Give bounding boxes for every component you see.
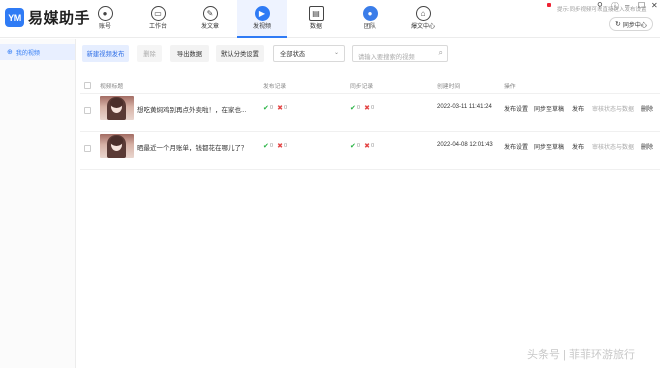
search-icon[interactable]: ⌕ <box>439 48 443 58</box>
cross-icon: ✖ <box>277 143 283 150</box>
nav-item-account[interactable]: ● 账号 <box>80 0 130 38</box>
check-icon: ✔ <box>350 105 356 112</box>
nav-label: 发文章 <box>200 24 219 30</box>
cross-icon: ✖ <box>364 105 370 112</box>
sync-record: ✔ 0 ✖ 0 <box>350 105 375 112</box>
nav-item-workbench[interactable]: ▭ 工作台 <box>133 0 183 38</box>
video-title[interactable]: 想吃黄焖鸡别再点外卖啦！，在家也... <box>137 104 246 114</box>
chevron-down-icon: ⌄ <box>333 50 339 56</box>
status-select[interactable]: 全部状态 ⌄ <box>273 45 345 62</box>
plus-circle-icon: ⊕ <box>7 49 13 56</box>
header-ops: 操作 <box>504 84 516 90</box>
nav-label: 团队 <box>363 24 376 30</box>
header-sync: 同步记录 <box>350 84 374 90</box>
home-icon: ⌂ <box>415 6 431 21</box>
check-icon: ✔ <box>263 105 269 112</box>
cross-icon: ✖ <box>277 105 283 112</box>
default-category-button[interactable]: 默认分类设置 <box>216 45 264 62</box>
row-checkbox[interactable] <box>84 145 91 152</box>
created-time: 2022-03-11 11:41:24 <box>437 104 492 110</box>
app-logo: YM 易媒助手 <box>5 7 90 28</box>
sidebar-item-label: 我的视频 <box>15 50 40 57</box>
nav-item-article[interactable]: ✎ 发文章 <box>185 0 235 38</box>
nav-label: 账号 <box>98 24 111 30</box>
sync-center-label: 同步中心 <box>622 22 647 29</box>
table-header: 视频标题 发布记录 同步记录 创建时间 操作 <box>80 76 660 94</box>
delete-link[interactable]: 删除 <box>641 142 653 151</box>
check-icon: ✔ <box>350 143 356 150</box>
check-icon: ✔ <box>263 143 269 150</box>
toolbar: 新建视频发布 删除 导出数据 默认分类设置 全部状态 ⌄ ⌕ <box>80 45 660 65</box>
video-title[interactable]: 晒最近一个月账单，钱都花在哪儿了？ <box>137 142 248 152</box>
nav-label: 工作台 <box>148 24 167 30</box>
nav-item-data[interactable]: ▤ 数据 <box>291 0 341 38</box>
select-all-checkbox[interactable] <box>84 82 91 89</box>
sidebar-item-my-videos[interactable]: ⊕ 我的视频 <box>0 44 75 60</box>
publish-record: ✔ 0 ✖ 0 <box>263 143 288 150</box>
row-checkbox[interactable] <box>84 107 91 114</box>
created-time: 2022-04-08 12:01:43 <box>437 142 493 148</box>
video-thumbnail[interactable] <box>100 96 134 120</box>
publish-link[interactable]: 发布 <box>572 142 584 151</box>
delete-button[interactable]: 删除 <box>137 45 162 62</box>
status-select-value: 全部状态 <box>280 51 306 58</box>
nav-item-team[interactable]: ● 团队 <box>345 0 395 38</box>
close-icon[interactable]: ✕ <box>651 1 658 10</box>
publish-settings-link[interactable]: 发布设置 <box>504 104 528 113</box>
sync-center-button[interactable]: ↻ 同步中心 <box>609 17 653 31</box>
nav-label: 发视频 <box>252 24 271 30</box>
sidebar: ⊕ 我的视频 <box>0 39 76 368</box>
new-video-button[interactable]: 新建视频发布 <box>82 45 129 62</box>
search-box: ⌕ <box>352 45 448 65</box>
pen-icon: ✎ <box>202 6 218 21</box>
watermark-text: 头条号 | 菲菲环游旅行 <box>527 349 635 361</box>
user-icon: ● <box>97 6 113 21</box>
play-icon: ▶ <box>254 6 270 21</box>
notification-dot-icon <box>547 3 551 7</box>
delete-link[interactable]: 删除 <box>641 104 653 113</box>
video-thumbnail[interactable] <box>100 134 134 158</box>
publish-link[interactable]: 发布 <box>572 104 584 113</box>
toolbar-hint: 提示:同步视频可以直接进入发布设置 <box>557 7 647 13</box>
header-publish: 发布记录 <box>263 84 287 90</box>
sync-record: ✔ 0 ✖ 0 <box>350 143 375 150</box>
sync-draft-link[interactable]: 同步至草稿 <box>534 104 564 113</box>
nav-label: 数据 <box>309 24 322 30</box>
publish-settings-link[interactable]: 发布设置 <box>504 142 528 151</box>
nav-item-hot-articles[interactable]: ⌂ 爆文中心 <box>398 0 448 38</box>
header-created: 创建时间 <box>437 84 461 90</box>
video-table: 视频标题 发布记录 同步记录 创建时间 操作 想吃黄焖鸡别再点外卖啦！，在家也.… <box>80 76 660 170</box>
team-icon: ● <box>362 6 378 21</box>
search-input[interactable] <box>358 50 436 65</box>
review-status-link[interactable]: 审核状态与数据 <box>592 104 634 113</box>
app-window: YM 易媒助手 ● 账号 ▭ 工作台 ✎ 发文章 ▶ 发视频 ▤ 数据 ● 团队… <box>0 0 660 368</box>
sync-draft-link[interactable]: 同步至草稿 <box>534 142 564 151</box>
cross-icon: ✖ <box>364 143 370 150</box>
refresh-icon: ↻ <box>615 21 621 28</box>
monitor-icon: ▭ <box>150 6 166 21</box>
logo-mark-icon: YM <box>5 8 24 27</box>
table-row: 想吃黄焖鸡别再点外卖啦！，在家也... ✔ 0 ✖ 0 ✔ 0 ✖ 0 2022-03-… <box>80 94 660 132</box>
header-title: 视频标题 <box>100 84 124 90</box>
publish-record: ✔ 0 ✖ 0 <box>263 105 288 112</box>
nav-item-video[interactable]: ▶ 发视频 <box>237 0 287 38</box>
export-data-button[interactable]: 导出数据 <box>170 45 209 62</box>
chart-icon: ▤ <box>308 6 324 21</box>
review-status-link[interactable]: 审核状态与数据 <box>592 142 634 151</box>
nav-label: 爆文中心 <box>410 24 435 30</box>
table-row: 晒最近一个月账单，钱都花在哪儿了？ ✔ 0 ✖ 0 ✔ 0 ✖ 0 2022-04-08… <box>80 132 660 170</box>
